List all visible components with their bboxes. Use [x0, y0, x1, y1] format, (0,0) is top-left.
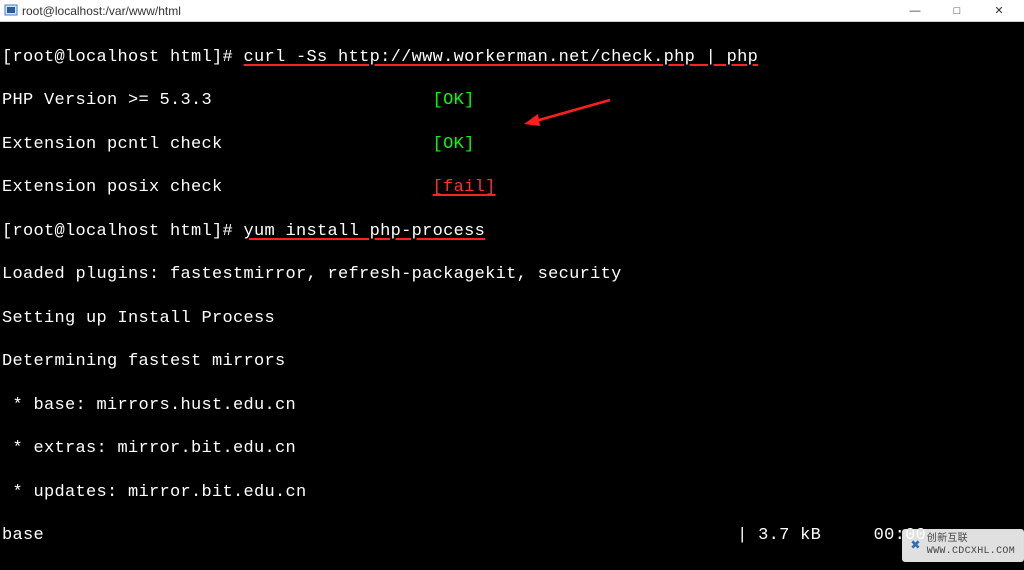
- annotated-cmd-yum: yum install php-process: [244, 222, 486, 241]
- line-output: Loaded plugins: fastestmirror, refresh-p…: [2, 264, 1022, 286]
- watermark-brand: 创新互联: [927, 534, 1015, 546]
- watermark: ✖ 创新互联 WWW.CDCXHL.COM: [902, 529, 1024, 562]
- status-ok: [OK]: [433, 91, 475, 110]
- line-repo: base | 3.7 kB 00:00: [2, 525, 1022, 547]
- line-prompt-1: [root@localhost html]# curl -Ss http://w…: [2, 47, 1022, 69]
- status-ok: [OK]: [433, 135, 475, 154]
- line-output: Setting up Install Process: [2, 308, 1022, 330]
- watermark-logo-icon: ✖: [911, 538, 921, 554]
- watermark-url: WWW.CDCXHL.COM: [927, 546, 1015, 558]
- line-prompt-2: [root@localhost html]# yum install php-p…: [2, 221, 1022, 243]
- line-ext-pcntl: Extension pcntl check [OK]: [2, 134, 1022, 156]
- window-titlebar: root@localhost:/var/www/html — □ ✕: [0, 0, 1024, 22]
- maximize-button[interactable]: □: [936, 0, 978, 22]
- window-controls: — □ ✕: [894, 0, 1020, 22]
- putty-icon: [4, 4, 18, 18]
- line-ext-posix: Extension posix check [fail]: [2, 177, 1022, 199]
- status-fail: [fail]: [433, 178, 496, 197]
- line-output: Determining fastest mirrors: [2, 351, 1022, 373]
- annotated-cmd-curl: curl -Ss http://www.workerman.net/check.…: [244, 48, 759, 67]
- terminal-output[interactable]: [root@localhost html]# curl -Ss http://w…: [0, 22, 1024, 570]
- close-button[interactable]: ✕: [978, 0, 1020, 22]
- minimize-button[interactable]: —: [894, 0, 936, 22]
- window-title: root@localhost:/var/www/html: [22, 4, 894, 18]
- line-output: * extras: mirror.bit.edu.cn: [2, 438, 1022, 460]
- line-output: * base: mirrors.hust.edu.cn: [2, 395, 1022, 417]
- line-php-version: PHP Version >= 5.3.3 [OK]: [2, 90, 1022, 112]
- line-output: * updates: mirror.bit.edu.cn: [2, 482, 1022, 504]
